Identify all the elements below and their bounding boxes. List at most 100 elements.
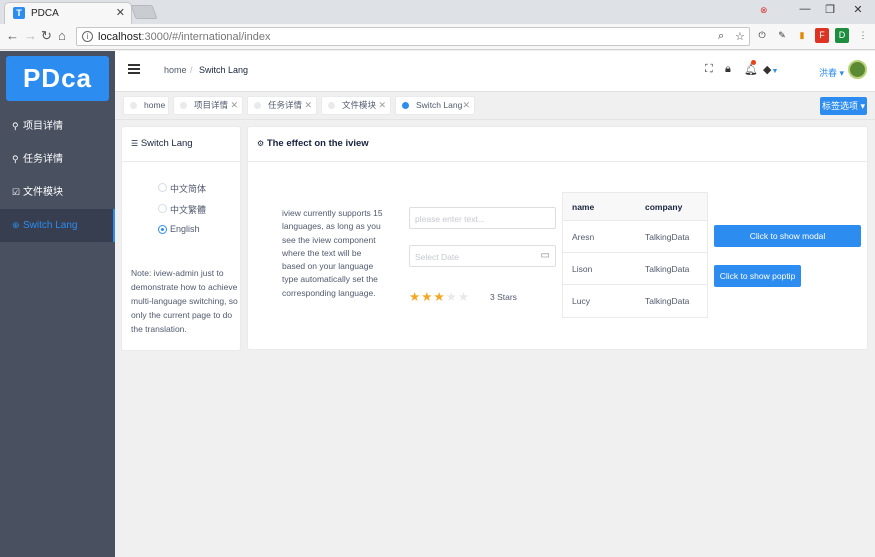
theme-icon[interactable]: ◆▼ — [763, 63, 778, 76]
sidebar-item-task-details[interactable]: ⚲ 任务详情 — [0, 143, 115, 176]
data-table: name company Aresn TalkingData Lison Tal… — [562, 192, 708, 318]
radio-label: 中文简体 — [170, 184, 207, 194]
tag-dot — [180, 102, 187, 109]
table-header: name company — [563, 193, 707, 221]
bell-icon[interactable]: 🔔︎ — [744, 63, 758, 76]
bookmark-star-icon[interactable]: ☆ — [735, 30, 745, 43]
radio-label: 中文繁體 — [170, 205, 207, 215]
account-icon[interactable]: ⊗ — [760, 5, 768, 16]
close-icon[interactable]: ✕ — [116, 6, 125, 19]
table-cell: TalkingData — [645, 264, 690, 274]
zoom-icon[interactable]: ⌕ — [718, 30, 724, 43]
table-row[interactable]: Lison TalkingData — [563, 253, 707, 285]
url-text: localhost:3000/#/international/index — [98, 31, 271, 43]
close-icon[interactable]: ✕ — [304, 97, 312, 114]
table-row[interactable]: Lucy TalkingData — [563, 285, 707, 317]
tag-label: 项目详情 — [194, 100, 229, 110]
tag-switch-lang[interactable]: Switch Lang ✕ — [395, 96, 475, 115]
bookmark-icon[interactable]: ▮ — [795, 28, 809, 43]
breadcrumb-home[interactable]: home — [164, 65, 187, 75]
table-cell: Lison — [572, 264, 593, 274]
radio-circle — [158, 183, 167, 192]
user-dropdown[interactable]: 洪春 ▾ — [819, 66, 844, 79]
fullscreen-icon[interactable]: ⛶ — [705, 63, 713, 76]
menu-toggle-icon[interactable] — [128, 64, 140, 74]
tag-bar: home 项目详情 ✕ 任务详情 ✕ 文件模块 ✕ Switch Lang ✕ … — [115, 92, 875, 120]
sidebar-item-file-module[interactable]: ☑ 文件模块 — [0, 176, 115, 209]
tag-home[interactable]: home — [123, 96, 169, 115]
close-icon[interactable]: ✕ — [378, 97, 386, 114]
info-icon[interactable]: i — [82, 31, 93, 42]
forward-icon[interactable]: → — [24, 28, 37, 43]
tag-dot — [328, 102, 335, 109]
radio-label: English — [170, 224, 200, 234]
sidebar-item-project-details[interactable]: ⚲ 项目详情 — [0, 110, 115, 143]
key-icon[interactable]: ⏻ — [755, 28, 769, 43]
pdf-icon[interactable]: F — [815, 28, 829, 43]
new-tab-button[interactable] — [130, 5, 158, 19]
tag-label: 文件模块 — [342, 100, 377, 110]
avatar[interactable] — [848, 60, 867, 79]
browser-tab[interactable]: T PDCA ✕ — [4, 2, 132, 24]
table-cell: TalkingData — [645, 232, 690, 242]
search-icon: ⚲ — [12, 121, 19, 131]
close-icon[interactable]: ✕ — [462, 97, 470, 114]
reload-icon[interactable]: ↻ — [41, 28, 52, 44]
tag-task-details[interactable]: 任务详情 ✕ — [247, 96, 317, 115]
sidebar-item-label: 文件模块 — [23, 187, 63, 198]
date-placeholder: Select Date — [415, 252, 459, 262]
breadcrumb-current: Switch Lang — [199, 65, 249, 75]
home-icon[interactable]: ⌂ — [58, 28, 66, 43]
show-modal-button[interactable]: Click to show modal — [714, 225, 861, 247]
favicon-icon: T — [13, 7, 25, 19]
star-icon[interactable]: ★ — [409, 290, 421, 304]
tag-dot — [402, 102, 409, 109]
star-icon[interactable]: ★ — [433, 290, 445, 304]
column-header-company[interactable]: company — [645, 202, 682, 212]
radio-circle — [158, 225, 167, 234]
sidebar-item-switch-lang[interactable]: ⊕ Switch Lang — [0, 209, 115, 242]
list-icon: ☰ — [131, 139, 139, 148]
settings-icon: ⚙ — [257, 139, 265, 148]
sidebar-item-label: 任务详情 — [23, 154, 63, 165]
breadcrumb-separator: / — [190, 65, 193, 75]
table-cell: Lucy — [572, 296, 590, 306]
top-header: home / Switch Lang ⛶ 🔒︎ 🔔︎ ◆▼ 洪春 ▾ — [115, 51, 875, 92]
column-header-name[interactable]: name — [572, 202, 594, 212]
doc-icon[interactable]: D — [835, 28, 849, 43]
show-poptip-button[interactable]: Click to show poptip — [714, 265, 801, 287]
switch-lang-card: ☰ Switch Lang 中文简体 中文繁體 English Note: iv… — [121, 126, 241, 351]
close-icon[interactable]: ✕ — [230, 97, 238, 114]
restore-icon[interactable]: ❐ — [820, 3, 840, 16]
back-icon[interactable]: ← — [6, 28, 19, 43]
effect-card: ⚙ The effect on the iview iview currentl… — [247, 126, 868, 350]
star-icon[interactable]: ★ — [458, 290, 470, 304]
browser-tab-title: PDCA — [31, 8, 59, 19]
rating-text: 3 Stars — [490, 292, 517, 302]
pen-icon[interactable]: ✎ — [775, 28, 789, 43]
rating[interactable]: ★★★★★ — [409, 289, 470, 304]
tag-options-button[interactable]: 标签选项 ▾ — [820, 97, 867, 115]
url-input[interactable]: i localhost:3000/#/international/index ⌕… — [76, 27, 750, 46]
table-cell: Aresn — [572, 232, 595, 242]
card-header: ⚙ The effect on the iview — [248, 127, 867, 162]
edit-icon: ☑ — [12, 187, 21, 197]
star-icon[interactable]: ★ — [421, 290, 433, 304]
effect-description: iview currently supports 15 languages, a… — [282, 208, 383, 298]
tag-label: 任务详情 — [268, 100, 303, 110]
text-input[interactable]: please enter text... — [409, 207, 556, 229]
minimize-icon[interactable]: — — [795, 3, 815, 15]
tag-file-module[interactable]: 文件模块 ✕ — [321, 96, 391, 115]
tag-dot — [254, 102, 261, 109]
star-icon[interactable]: ★ — [446, 290, 458, 304]
lock-icon[interactable]: 🔒︎ — [725, 63, 731, 76]
date-picker[interactable]: Select Date ▭ — [409, 245, 556, 267]
tag-label: Switch Lang — [416, 100, 463, 110]
menu-dots-icon[interactable]: ⋮ — [856, 28, 870, 43]
tag-project-details[interactable]: 项目详情 ✕ — [173, 96, 243, 115]
tag-label: home — [144, 100, 166, 110]
table-row[interactable]: Aresn TalkingData — [563, 221, 707, 253]
window-close-icon[interactable]: ✕ — [848, 3, 868, 16]
radio-circle — [158, 204, 167, 213]
logo: PDca — [6, 56, 109, 101]
